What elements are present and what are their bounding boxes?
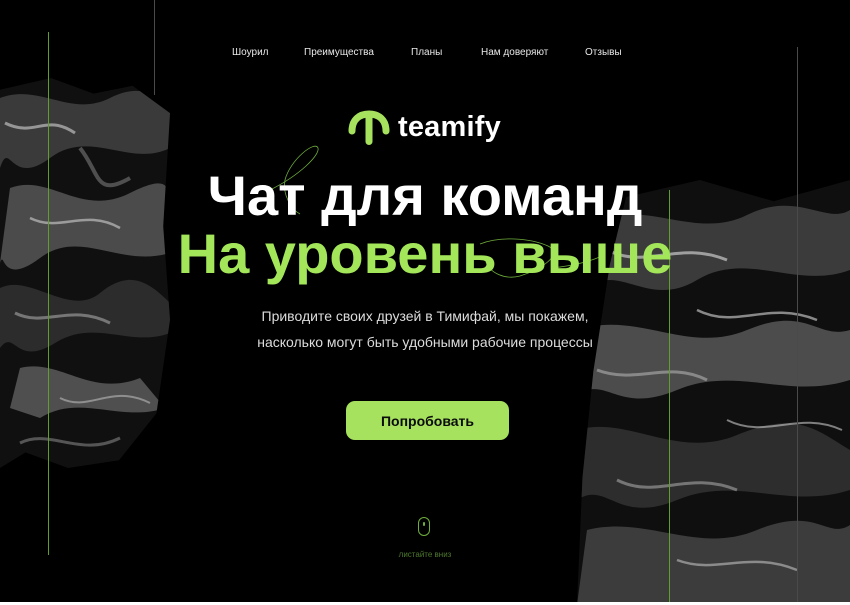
hero-title-line-2: На уровень выше xyxy=(177,222,673,285)
hero-title-line-1: Чат для команд xyxy=(207,164,643,227)
teamify-logo-icon xyxy=(348,110,390,145)
nav-item-trust[interactable]: Нам доверяют xyxy=(481,47,548,58)
brand-logo[interactable]: teamify xyxy=(348,107,501,147)
scroll-hint: листайте вниз xyxy=(398,550,452,559)
brand-name: teamify xyxy=(398,110,501,143)
hero-subtitle: Приводите своих друзей в Тимифай, мы пок… xyxy=(0,303,850,355)
landing-page: Шоурил Преимущества Планы Нам доверяют О… xyxy=(0,0,850,605)
nav-item-showreel[interactable]: Шоурил xyxy=(232,47,268,58)
hero-subtitle-line-1: Приводите своих друзей в Тимифай, мы пок… xyxy=(261,308,589,324)
nav-item-advantages[interactable]: Преимущества xyxy=(304,47,374,58)
top-navigation: Шоурил Преимущества Планы Нам доверяют О… xyxy=(0,47,850,63)
mouse-icon[interactable] xyxy=(418,517,430,536)
guide-line-left xyxy=(48,32,49,555)
nav-item-plans[interactable]: Планы xyxy=(411,47,442,58)
try-button[interactable]: Попробовать xyxy=(346,401,509,440)
hero-subtitle-line-2: насколько могут быть удобными рабочие пр… xyxy=(257,334,593,350)
nav-item-reviews[interactable]: Отзывы xyxy=(585,47,622,58)
